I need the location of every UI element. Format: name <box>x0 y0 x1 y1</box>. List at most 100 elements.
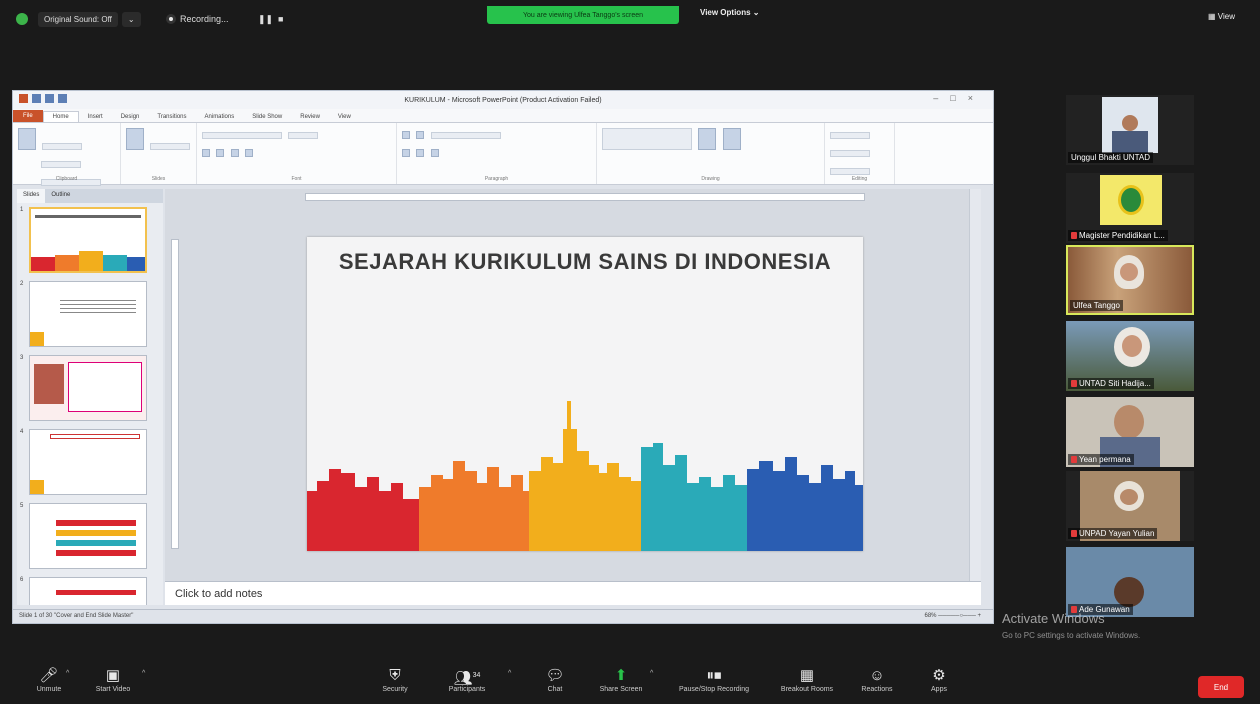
meeting-toolbar: 🎤︎ Unmute ^ ▣ Start Video ^ ⛨ Security 👥… <box>0 660 1260 704</box>
font-size-dropdown[interactable] <box>288 132 319 139</box>
security-button[interactable]: ⛨ Security <box>360 666 430 693</box>
chevron-up-icon[interactable]: ^ <box>66 670 69 677</box>
align-center-icon[interactable] <box>416 149 425 157</box>
tab-view[interactable]: View <box>329 112 360 122</box>
chevron-up-icon[interactable]: ^ <box>650 670 653 677</box>
participant-tile[interactable]: Magister Pendidikan L... <box>1066 173 1194 243</box>
original-sound-toggle[interactable]: Original Sound: Off ⌄ <box>38 10 141 28</box>
participant-name: Magister Pendidikan L... <box>1068 230 1168 241</box>
pause-stop-recording-button[interactable]: ⏸⏹ Pause/Stop Recording <box>666 666 762 693</box>
tab-slides[interactable]: Slides <box>17 189 46 203</box>
bullets-icon[interactable] <box>402 131 410 139</box>
slide-thumbnail[interactable] <box>29 503 147 569</box>
tab-insert[interactable]: Insert <box>79 112 112 122</box>
end-label: End <box>1213 682 1229 692</box>
pause-stop-icon: ⏸⏹ <box>706 667 722 684</box>
start-video-button[interactable]: ▣ Start Video <box>78 666 148 693</box>
chevron-up-icon[interactable]: ^ <box>142 670 145 677</box>
slide-status-text: Slide 1 of 30 "Cover and End Slide Maste… <box>19 613 134 619</box>
ribbon-group-paragraph: Paragraph <box>397 123 597 184</box>
ribbon: Clipboard Slides Font Paragraph Drawing … <box>13 123 993 186</box>
italic-icon[interactable] <box>216 149 225 157</box>
participant-tile[interactable]: UNPAD Yayan Yulian <box>1066 471 1194 541</box>
muted-mic-icon <box>1071 530 1077 537</box>
undo-icon[interactable] <box>45 94 54 103</box>
slide-thumbnail[interactable] <box>29 355 147 421</box>
breakout-rooms-button[interactable]: ▦ Breakout Rooms <box>772 666 842 693</box>
slide-number: 5 <box>20 503 24 509</box>
view-options-menu[interactable]: View Options ⌄ <box>700 8 759 17</box>
current-slide[interactable]: SEJARAH KURIKULUM SAINS DI INDONESIA <box>307 237 863 551</box>
end-meeting-button[interactable]: End <box>1198 676 1244 698</box>
align-right-icon[interactable] <box>430 149 439 157</box>
thumb-deco <box>30 332 44 346</box>
chat-button[interactable]: 💬︎ Chat <box>520 666 590 693</box>
save-icon[interactable] <box>32 94 41 103</box>
replace-icon[interactable] <box>830 150 870 157</box>
ppt-status-bar: Slide 1 of 30 "Cover and End Slide Maste… <box>13 609 993 623</box>
underline-icon[interactable] <box>230 149 239 157</box>
font-color-icon[interactable] <box>245 149 254 157</box>
slide-thumbnail[interactable] <box>29 577 147 605</box>
chevron-down-icon[interactable]: ⌄ <box>121 11 141 27</box>
reactions-button[interactable]: ☺ Reactions <box>842 666 912 693</box>
window-controls[interactable]: –□× <box>933 93 985 103</box>
participant-tile-active-speaker[interactable]: Ulfea Tanggo <box>1066 245 1194 315</box>
slide-thumbnail[interactable] <box>29 429 147 495</box>
paste-icon[interactable] <box>18 128 36 150</box>
chat-label: Chat <box>547 686 563 693</box>
group-label: Editing <box>851 176 868 182</box>
shield-icon: ⛨ <box>389 667 401 684</box>
cut-icon[interactable] <box>42 143 83 150</box>
font-name-dropdown[interactable] <box>202 132 282 139</box>
find-icon[interactable] <box>830 132 870 139</box>
align-left-icon[interactable] <box>402 149 410 157</box>
participants-button[interactable]: 👥︎34 Participants <box>432 666 502 693</box>
participant-logo <box>1100 175 1162 225</box>
notes-placeholder: Click to add notes <box>175 588 263 600</box>
security-shield-icon[interactable] <box>16 10 28 28</box>
share-screen-button[interactable]: ⬆ Share Screen <box>586 666 656 693</box>
participant-tile[interactable]: UNTAD Siti Hadija... <box>1066 321 1194 391</box>
ribbon-group-drawing: Drawing <box>597 123 825 184</box>
text-direction-icon[interactable] <box>430 132 501 139</box>
microphone-muted-icon: 🎤︎ <box>39 667 59 684</box>
shapes-gallery[interactable] <box>602 128 692 150</box>
share-banner: You are viewing Ulfea Tanggo's screen <box>487 6 679 24</box>
notes-pane[interactable]: Click to add notes <box>165 581 981 605</box>
unmute-button[interactable]: 🎤︎ Unmute <box>14 666 84 693</box>
tab-slide-show[interactable]: Slide Show <box>243 112 291 122</box>
view-layout-button[interactable]: ▦ View <box>1208 12 1235 21</box>
chevron-up-icon[interactable]: ^ <box>508 670 511 677</box>
tab-review[interactable]: Review <box>291 112 329 122</box>
tab-file[interactable]: File <box>13 110 43 122</box>
security-label: Security <box>382 686 408 693</box>
layout-icon[interactable] <box>150 143 191 150</box>
ppt-title-bar: KURIKULUM - Microsoft PowerPoint (Produc… <box>13 91 993 109</box>
select-icon[interactable] <box>830 168 870 175</box>
numbering-icon[interactable] <box>416 131 425 139</box>
arrange-icon[interactable] <box>698 128 717 150</box>
participant-tile[interactable]: Yean permana <box>1066 397 1194 467</box>
vertical-scrollbar[interactable] <box>969 189 981 581</box>
quick-styles-icon[interactable] <box>722 128 741 150</box>
slide-thumbnail[interactable] <box>29 281 147 347</box>
bold-icon[interactable] <box>202 149 210 157</box>
tab-outline[interactable]: Outline <box>45 189 76 203</box>
stop-recording-icon[interactable]: ■ <box>278 10 283 28</box>
tab-home[interactable]: Home <box>42 111 79 122</box>
copy-icon[interactable] <box>41 161 81 168</box>
tab-design[interactable]: Design <box>112 112 149 122</box>
tab-animations[interactable]: Animations <box>196 112 244 122</box>
participant-tile[interactable]: Ade Gunawan <box>1066 547 1194 617</box>
thumb-title-line <box>35 215 141 218</box>
slide-thumbnail[interactable] <box>29 207 147 273</box>
tab-transitions[interactable]: Transitions <box>148 112 195 122</box>
zoom-control[interactable]: 68% ─────○─── + <box>925 613 982 619</box>
participant-tile[interactable]: Unggul Bhakti UNTAD <box>1066 95 1194 165</box>
redo-icon[interactable] <box>58 94 67 103</box>
new-slide-icon[interactable] <box>126 128 144 150</box>
thumb-bar <box>56 530 136 536</box>
apps-button[interactable]: ⚙ Apps <box>904 666 974 693</box>
pause-recording-icon[interactable]: ❚❚ <box>258 10 273 28</box>
